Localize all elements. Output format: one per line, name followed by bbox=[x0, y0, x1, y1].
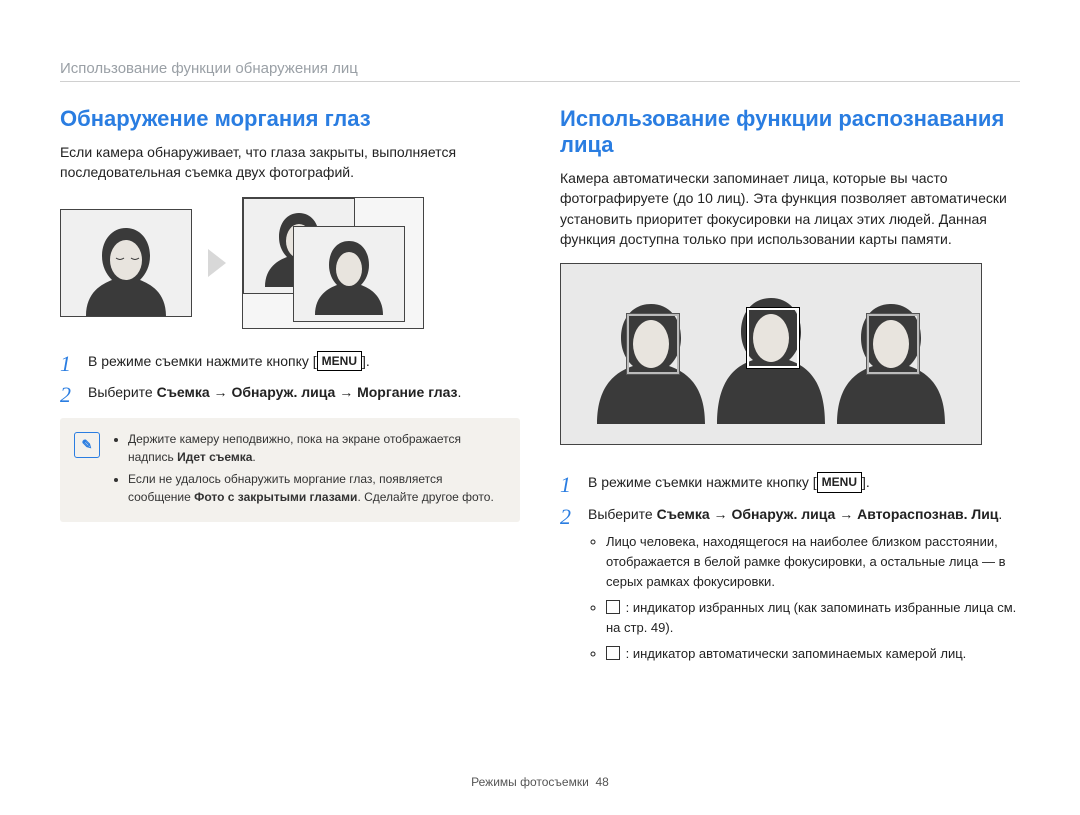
left-steps: В режиме съемки нажмите кнопку [MENU]. В… bbox=[60, 351, 520, 404]
left-heading: Обнаружение моргания глаз bbox=[60, 106, 520, 132]
two-column-layout: Обнаружение моргания глаз Если камера об… bbox=[60, 106, 1020, 678]
right-intro: Камера автоматически запоминает лица, ко… bbox=[560, 168, 1020, 249]
right-step-2: Выберите Съемка → Обнаруж. лица → Автора… bbox=[560, 504, 1020, 665]
note-item: Если не удалось обнаружить моргание глаз… bbox=[128, 470, 506, 506]
right-sublist: Лицо человека, находящегося на наиболее … bbox=[588, 532, 1020, 665]
sub-item: Лицо человека, находящегося на наиболее … bbox=[606, 532, 1020, 592]
page-footer: Режимы фотосъемки 48 bbox=[0, 775, 1080, 789]
note-bold: Фото с закрытыми глазами bbox=[194, 490, 357, 504]
right-heading: Использование функции распознавания лица bbox=[560, 106, 1020, 158]
right-column: Использование функции распознавания лица… bbox=[560, 106, 1020, 678]
step-text: . bbox=[998, 506, 1002, 522]
footer-section: Режимы фотосъемки bbox=[471, 775, 589, 789]
burst-photo-2 bbox=[293, 226, 405, 322]
sub-text: : индикатор избранных лиц (как запоминат… bbox=[606, 600, 1016, 635]
left-column: Обнаружение моргания глаз Если камера об… bbox=[60, 106, 520, 678]
note-box: ✎ Держите камеру неподвижно, пока на экр… bbox=[60, 418, 520, 522]
face-box-white bbox=[747, 308, 799, 368]
note-icon: ✎ bbox=[74, 432, 100, 458]
step-bold: Съемка → Обнаруж. лица → Автораспознав. … bbox=[657, 506, 999, 522]
note-item: Держите камеру неподвижно, пока на экран… bbox=[128, 430, 506, 466]
person-silhouette-icon bbox=[61, 210, 191, 316]
face-recognition-photo bbox=[560, 263, 982, 445]
arrow-right-icon bbox=[208, 249, 226, 277]
auto-face-icon bbox=[606, 646, 620, 660]
left-step-1: В режиме съемки нажмите кнопку [MENU]. bbox=[60, 351, 520, 373]
note-list: Держите камеру неподвижно, пока на экран… bbox=[112, 430, 506, 506]
face-box-grey bbox=[867, 314, 919, 374]
left-step-2: Выберите Съемка → Обнаруж. лица → Морган… bbox=[60, 382, 520, 404]
note-text: . bbox=[252, 450, 255, 464]
step-text: В режиме съемки нажмите кнопку [ bbox=[588, 474, 817, 490]
face-box-grey bbox=[627, 314, 679, 374]
left-intro: Если камера обнаруживает, что глаза закр… bbox=[60, 142, 520, 183]
step-text: Выберите bbox=[588, 506, 657, 522]
footer-page-number: 48 bbox=[595, 775, 608, 789]
sub-item: : индикатор автоматически запоминаемых к… bbox=[606, 644, 1020, 664]
step-text: Выберите bbox=[88, 384, 157, 400]
sub-text: : индикатор автоматически запоминаемых к… bbox=[622, 646, 966, 661]
step-bold: Съемка → Обнаруж. лица → Моргание глаз bbox=[157, 384, 458, 400]
photo-burst-pair bbox=[242, 197, 424, 329]
photo-eyes-closed bbox=[60, 209, 192, 317]
step-text: В режиме съемки нажмите кнопку [ bbox=[88, 353, 317, 369]
blink-illustration-row bbox=[60, 197, 520, 329]
step-text: . bbox=[458, 384, 462, 400]
chapter-title: Использование функции обнаружения лиц bbox=[60, 60, 1020, 77]
step-text: ]. bbox=[362, 353, 370, 369]
right-steps: В режиме съемки нажмите кнопку [MENU]. В… bbox=[560, 472, 1020, 664]
favorite-face-icon bbox=[606, 600, 620, 614]
note-bold: Идет съемка bbox=[177, 450, 252, 464]
step-text: ]. bbox=[862, 474, 870, 490]
right-step-1: В режиме съемки нажмите кнопку [MENU]. bbox=[560, 472, 1020, 494]
chapter-divider bbox=[60, 81, 1020, 82]
sub-item: : индикатор избранных лиц (как запоминат… bbox=[606, 598, 1020, 638]
note-text: . Сделайте другое фото. bbox=[357, 490, 493, 504]
menu-button-label: MENU bbox=[817, 472, 862, 493]
menu-button-label: MENU bbox=[317, 351, 362, 372]
